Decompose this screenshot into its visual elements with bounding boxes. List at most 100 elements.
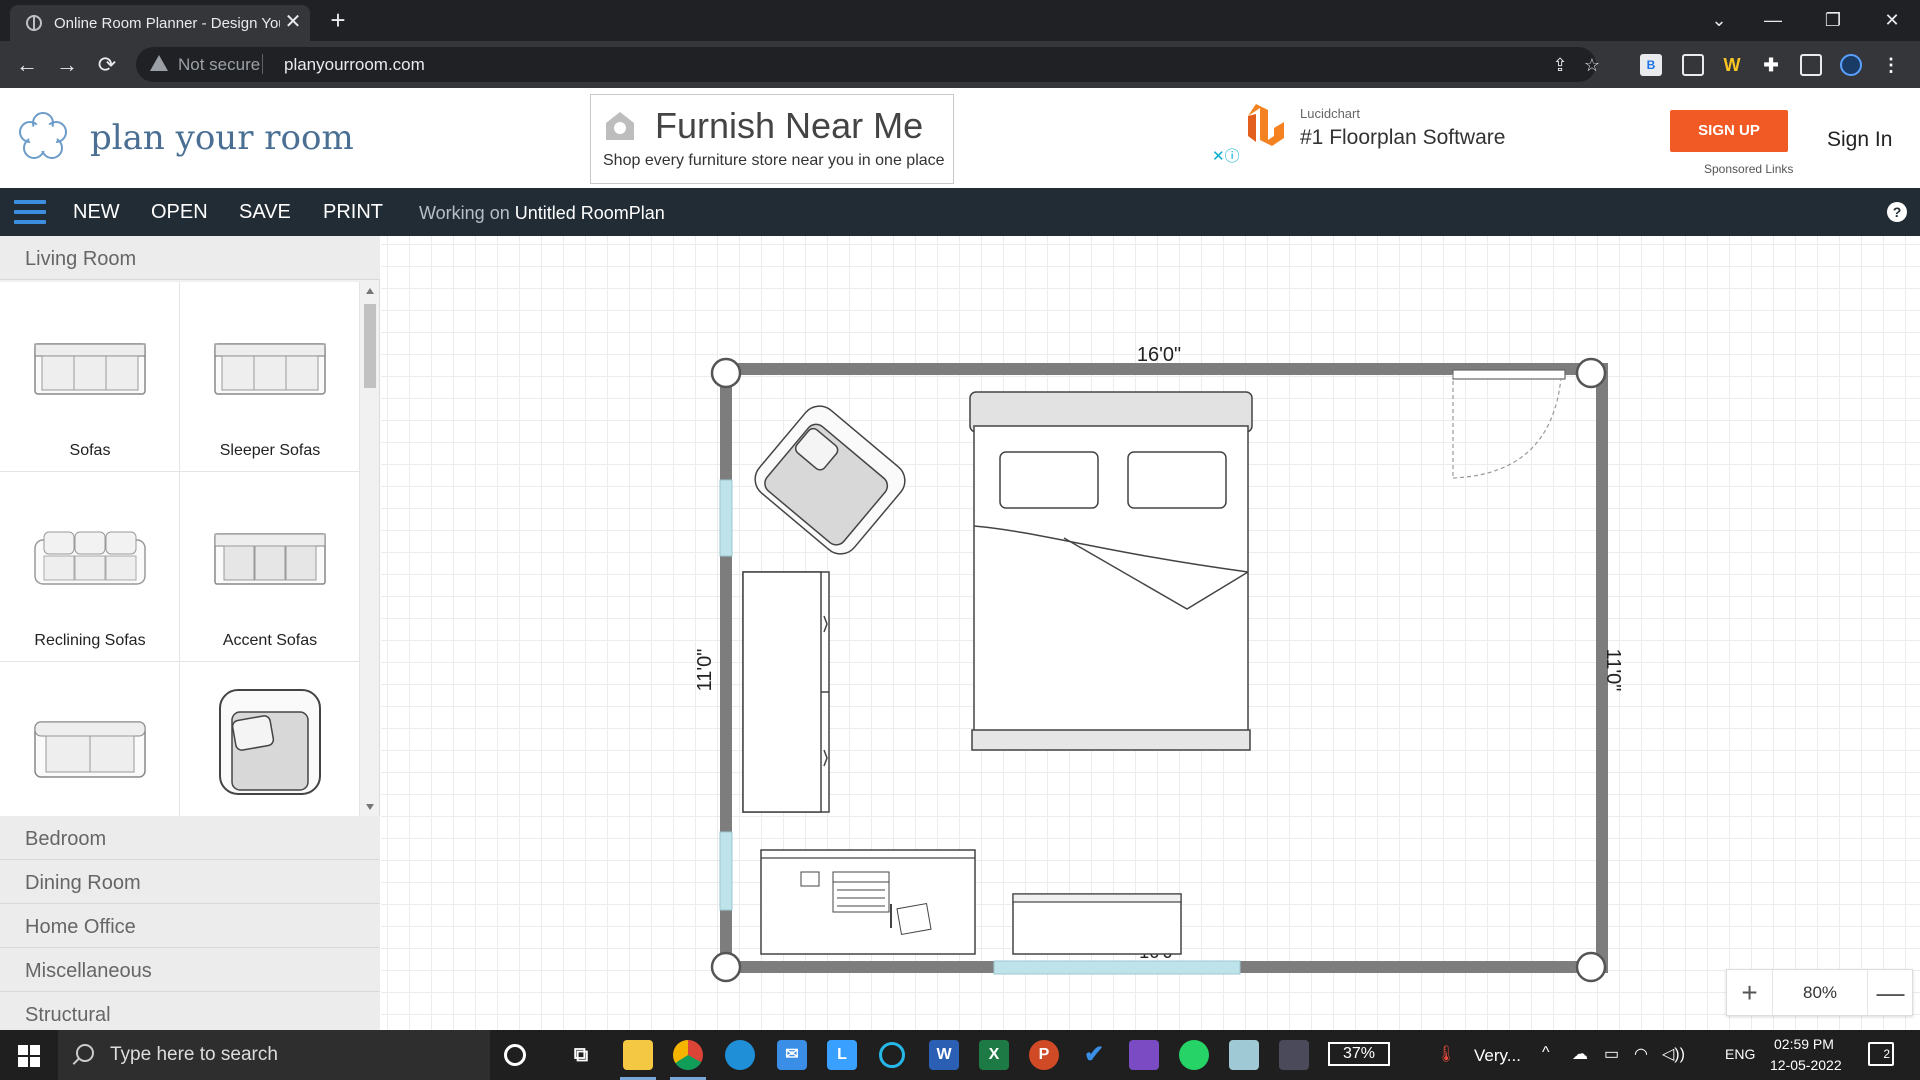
furnish-ad-banner[interactable]: Furnish Near Me Shop every furniture sto…	[590, 94, 954, 184]
network-icon[interactable]: ☁	[1572, 1044, 1588, 1064]
task-view-icon[interactable]: ⧉	[566, 1040, 596, 1070]
file-explorer-icon[interactable]	[623, 1040, 653, 1070]
hamburger-menu-icon[interactable]	[14, 200, 46, 224]
close-tab-icon[interactable]: ✕	[282, 11, 304, 33]
language-indicator[interactable]: ENG	[1725, 1046, 1755, 1062]
address-bar[interactable]: Not secure planyourroom.com ⇪ ☆	[136, 47, 1600, 82]
flower-logo-icon[interactable]	[16, 110, 70, 164]
logo-text[interactable]: plan your room	[90, 118, 354, 158]
word-icon[interactable]: W	[929, 1040, 959, 1070]
scroll-thumb[interactable]	[364, 304, 376, 388]
thermometer-icon[interactable]: 🌡	[1436, 1044, 1456, 1064]
category-dining-room[interactable]: Dining Room	[0, 860, 380, 904]
dimension-top[interactable]: 16'0"	[1137, 344, 1181, 366]
scroll-up-icon[interactable]	[366, 288, 374, 294]
category-living-room[interactable]: Living Room	[0, 236, 380, 280]
back-button[interactable]: ←	[12, 50, 42, 80]
browser-tab[interactable]: Online Room Planner - Design Your Room ✕	[10, 5, 310, 41]
powerpoint-icon[interactable]: P	[1029, 1040, 1059, 1070]
mail-icon[interactable]: ✉	[777, 1040, 807, 1070]
weather-text[interactable]: Very...	[1474, 1046, 1521, 1066]
cortana-icon[interactable]	[504, 1044, 526, 1066]
taskbar-search[interactable]: Type here to search	[58, 1030, 490, 1080]
corner-handle[interactable]	[710, 951, 742, 983]
battery-indicator[interactable]: 37%	[1328, 1042, 1390, 1066]
dimension-left[interactable]: 11'0"	[694, 649, 716, 692]
windows-start-icon[interactable]	[18, 1045, 40, 1067]
whatsapp-icon[interactable]	[1179, 1040, 1209, 1070]
extension-b-icon[interactable]: B	[1640, 54, 1662, 76]
notifications-icon[interactable]: 2	[1868, 1042, 1894, 1066]
menu-open[interactable]: OPEN	[151, 201, 208, 224]
zoom-in-button[interactable]: +	[1727, 970, 1773, 1015]
visual-studio-icon[interactable]	[1129, 1040, 1159, 1070]
bookmark-star-icon[interactable]: ☆	[1580, 53, 1604, 77]
door[interactable]	[1452, 369, 1566, 479]
dresser[interactable]	[1012, 893, 1182, 955]
zoom-out-button[interactable]: —	[1867, 970, 1913, 1015]
chrome-icon[interactable]	[673, 1040, 703, 1070]
floorplan-drawing[interactable]: 16'0" 11'0" 11'0" 16'0"	[381, 236, 1920, 1030]
app-icon[interactable]	[1229, 1040, 1259, 1070]
floorplan-canvas[interactable]: 16'0" 11'0" 11'0" 16'0"	[381, 236, 1920, 1030]
corner-handle[interactable]	[710, 357, 742, 389]
armchair[interactable]	[748, 399, 912, 561]
wardrobe[interactable]	[742, 571, 830, 813]
corner-handle[interactable]	[1575, 357, 1607, 389]
edge-icon[interactable]	[725, 1040, 755, 1070]
clock-time[interactable]: 02:59 PM	[1774, 1036, 1834, 1052]
plan-name[interactable]: Untitled RoomPlan	[515, 203, 665, 223]
furniture-item-reclining-sofas[interactable]: Reclining Sofas	[0, 472, 180, 662]
extension-w-icon[interactable]: W	[1721, 54, 1743, 76]
corner-handle[interactable]	[1575, 951, 1607, 983]
forward-button[interactable]: →	[52, 50, 82, 80]
minimize-button[interactable]: —	[1745, 0, 1801, 41]
signup-button[interactable]: SIGN UP	[1670, 110, 1788, 152]
not-secure-label[interactable]: Not secure	[178, 55, 260, 75]
help-icon[interactable]: ?	[1887, 202, 1907, 222]
app-icon[interactable]	[1279, 1040, 1309, 1070]
volume-icon[interactable]: ◁))	[1662, 1044, 1685, 1064]
dimension-right[interactable]: 11'0"	[1602, 649, 1624, 692]
menu-save[interactable]: SAVE	[239, 201, 291, 224]
chevron-up-icon[interactable]: ^	[1542, 1044, 1550, 1062]
category-miscellaneous[interactable]: Miscellaneous	[0, 948, 380, 992]
new-tab-button[interactable]: +	[324, 6, 352, 34]
battery-icon[interactable]: ▭	[1604, 1044, 1619, 1064]
furniture-item-accent-sofas[interactable]: Accent Sofas	[180, 472, 360, 662]
furniture-item-loveseat[interactable]	[0, 662, 180, 816]
excel-icon[interactable]: X	[979, 1040, 1009, 1070]
window-left-top[interactable]	[719, 479, 733, 557]
clock-date[interactable]: 12-05-2022	[1770, 1057, 1842, 1073]
furniture-item-sleeper-sofas[interactable]: Sleeper Sofas	[180, 282, 360, 472]
sponsored-label[interactable]: Sponsored Links	[1704, 162, 1793, 176]
menu-print[interactable]: PRINT	[323, 201, 383, 224]
l-app-icon[interactable]: L	[827, 1040, 857, 1070]
more-menu-icon[interactable]: ⋮	[1880, 54, 1902, 76]
furniture-item-armchair[interactable]	[180, 662, 360, 816]
ad-close-icon[interactable]: ✕ⓘ	[1212, 148, 1248, 166]
todo-icon[interactable]: ✔	[1079, 1040, 1109, 1070]
extension-screen-icon[interactable]	[1682, 54, 1704, 76]
close-window-button[interactable]: ✕	[1864, 0, 1920, 41]
furniture-item-sofas[interactable]: Sofas	[0, 282, 180, 472]
sidebar-scrollbar[interactable]	[362, 282, 378, 816]
puzzle-icon[interactable]: ✚	[1760, 54, 1782, 76]
alexa-icon[interactable]	[879, 1042, 905, 1068]
category-bedroom[interactable]: Bedroom	[0, 816, 380, 860]
bed[interactable]	[969, 391, 1253, 751]
sign-in-link[interactable]: Sign In	[1827, 128, 1892, 152]
scroll-down-icon[interactable]	[366, 804, 374, 810]
side-panel-icon[interactable]	[1800, 54, 1822, 76]
lucidchart-ad-banner[interactable]: Lucidchart #1 Floorplan Software SIGN UP…	[1212, 92, 1804, 166]
menu-new[interactable]: NEW	[73, 201, 120, 224]
url-text[interactable]: planyourroom.com	[284, 55, 425, 75]
restore-button[interactable]: ❐	[1805, 0, 1861, 41]
category-home-office[interactable]: Home Office	[0, 904, 380, 948]
tab-search-icon[interactable]: ⌄	[1691, 0, 1747, 41]
window-bottom[interactable]	[993, 960, 1241, 975]
reload-button[interactable]: ⟳	[92, 50, 122, 80]
wifi-icon[interactable]: ◠	[1634, 1044, 1648, 1064]
window-left-bottom[interactable]	[719, 831, 733, 911]
share-icon[interactable]: ⇪	[1548, 53, 1572, 77]
